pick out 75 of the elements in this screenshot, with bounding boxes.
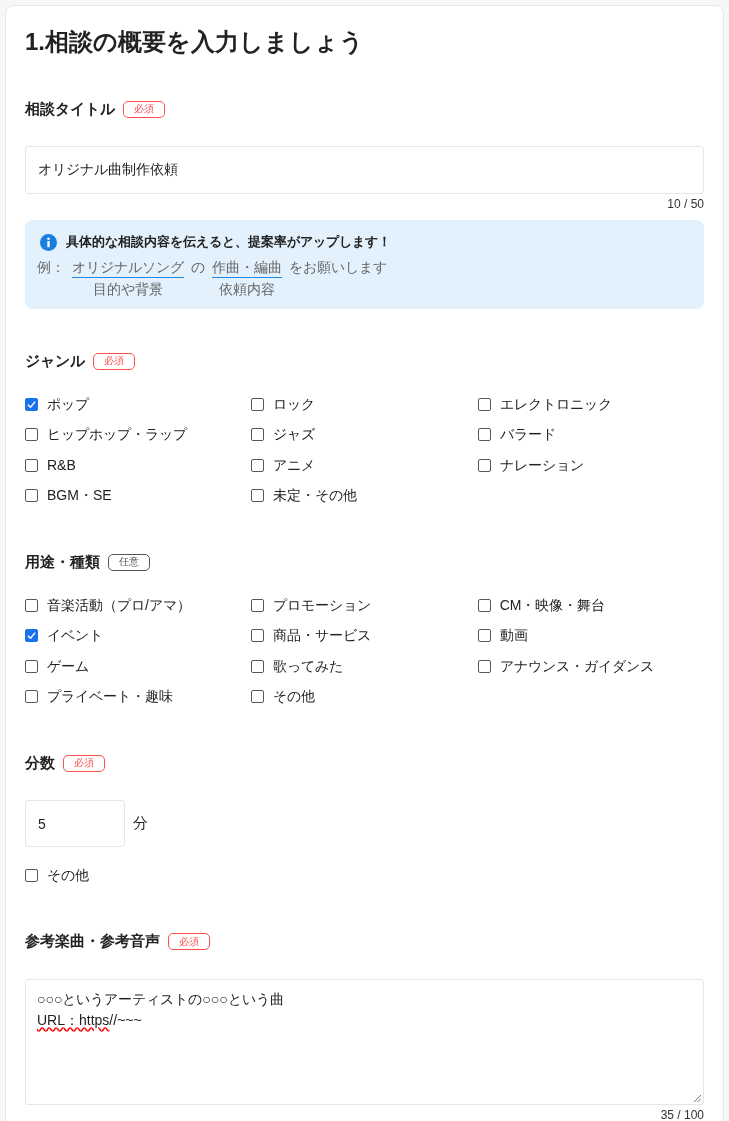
info-icon — [40, 233, 57, 251]
checkbox[interactable] — [477, 428, 491, 442]
option-label[interactable]: エレクトロニック — [499, 393, 612, 415]
checkbox[interactable] — [251, 659, 265, 673]
option-label[interactable]: BGM・SE — [47, 485, 112, 507]
example-text: の — [191, 258, 205, 277]
title-input[interactable]: オリジナル曲制作依頼 — [25, 146, 704, 194]
checkbox[interactable] — [25, 489, 38, 503]
option-label[interactable]: ナレーション — [499, 454, 584, 476]
checkbox[interactable] — [251, 397, 265, 411]
minutes-input[interactable]: 5 — [25, 800, 125, 847]
resize-grip-icon[interactable] — [694, 1094, 701, 1102]
required-tag: 必須 — [168, 933, 210, 950]
required-tag: 必須 — [93, 352, 135, 370]
required-tag: 必須 — [63, 754, 105, 772]
option-label[interactable]: アニメ — [273, 454, 316, 476]
checkbox[interactable] — [251, 428, 265, 442]
option-label[interactable]: ヒップホップ・ラップ — [47, 424, 187, 446]
field-label: 相談タイトル — [25, 98, 115, 119]
checkbox[interactable] — [251, 489, 265, 503]
example-text: をお願いします — [289, 258, 387, 277]
option-label[interactable]: イベント — [47, 625, 103, 647]
checkbox[interactable] — [25, 659, 38, 673]
option-label[interactable]: バラード — [499, 424, 556, 446]
character-counter: 10 / 50 — [667, 196, 704, 212]
option-label[interactable]: ポップ — [47, 393, 89, 415]
checkbox[interactable] — [477, 397, 491, 411]
checkbox[interactable] — [25, 397, 38, 411]
page-title: 1.相談の概要を入力しましょう — [25, 27, 365, 57]
option-label[interactable]: R&B — [47, 454, 76, 476]
option-label[interactable]: プライベート・趣味 — [47, 686, 173, 708]
unit-label: 分 — [133, 813, 148, 834]
checkbox[interactable] — [25, 428, 38, 442]
example-keyword: オリジナルソング — [72, 257, 184, 278]
keyword-caption: 目的や背景 — [93, 280, 163, 299]
checkbox[interactable] — [25, 690, 38, 704]
option-label[interactable]: ロック — [273, 393, 316, 415]
field-label: 分数 — [25, 752, 55, 773]
option-label[interactable]: その他 — [273, 686, 316, 708]
checkbox[interactable] — [251, 629, 265, 643]
option-label[interactable]: プロモーション — [273, 594, 372, 616]
option-label[interactable]: 動画 — [499, 625, 528, 647]
option-label[interactable]: 未定・その他 — [273, 485, 358, 507]
field-label: ジャンル — [25, 350, 85, 371]
option-label[interactable]: 歌ってみた — [273, 655, 344, 677]
option-label[interactable]: ジャズ — [273, 424, 316, 446]
option-label[interactable]: 音楽活動（プロ/アマ） — [47, 594, 191, 616]
keyword-caption: 依頼内容 — [219, 280, 275, 299]
check-icon — [27, 399, 36, 409]
checkbox[interactable] — [25, 598, 38, 612]
required-tag: 必須 — [123, 100, 165, 118]
optional-tag: 任意 — [108, 553, 150, 571]
checkbox[interactable] — [25, 458, 38, 472]
checkbox[interactable] — [477, 458, 491, 472]
option-label[interactable]: CM・映像・舞台 — [499, 594, 606, 616]
checkbox[interactable] — [25, 629, 38, 643]
option-label[interactable]: 商品・サービス — [273, 625, 372, 647]
checkbox[interactable] — [477, 629, 491, 643]
example-prefix: 例： — [37, 258, 65, 277]
field-label: 用途・種類 — [25, 551, 100, 572]
checkbox[interactable] — [25, 868, 38, 882]
checkbox[interactable] — [251, 690, 265, 704]
character-counter: 35 / 100 — [660, 1106, 704, 1121]
checkbox[interactable] — [477, 598, 491, 612]
option-label[interactable]: アナウンス・ガイダンス — [499, 655, 654, 677]
checkbox[interactable] — [251, 458, 265, 472]
check-icon — [27, 631, 36, 641]
textarea-field[interactable]: ○○○というアーティストの○○○という曲 URL：https//~~~ — [25, 978, 704, 1105]
example-keyword: 作曲・編曲 — [212, 257, 282, 278]
option-label[interactable]: その他 — [47, 864, 89, 886]
checkbox[interactable] — [477, 659, 491, 673]
tip-heading: 具体的な相談内容を伝えると、提案率がアップします！ — [66, 233, 391, 252]
field-label: 参考楽曲・参考音声 — [25, 931, 160, 952]
option-label[interactable]: ゲーム — [47, 655, 89, 677]
checkbox[interactable] — [251, 598, 265, 612]
